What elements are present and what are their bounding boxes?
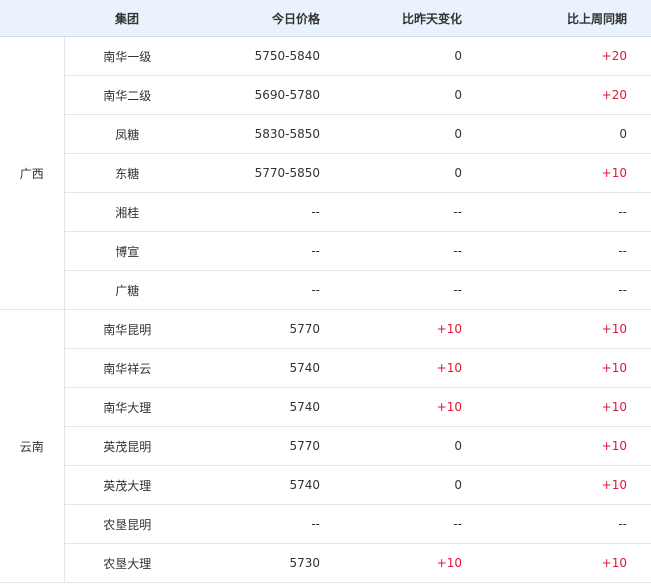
day-change-cell: 0 [330,36,472,76]
price-cell: 5740 [190,387,330,427]
table-row: 凤糖 5830-5850 0 0 [0,114,651,154]
day-change-cell: +10 [330,309,472,349]
group-cell: 南华祥云 [64,348,190,388]
region-cell: 云南 [0,309,65,583]
week-change-cell: +10 [472,153,651,193]
table-header: 集团 今日价格 比昨天变化 比上周同期 [0,0,651,37]
table-row: 英茂昆明 5770 0 +10 [0,426,651,466]
price-cell: 5830-5850 [190,114,330,154]
day-change-cell: -- [330,231,472,271]
day-change-cell: 0 [330,426,472,466]
week-change-cell: 0 [472,114,651,154]
table-row: 英茂大理 5740 0 +10 [0,465,651,505]
group-cell: 英茂昆明 [64,426,190,466]
price-cell: 5750-5840 [190,36,330,76]
day-change-cell: -- [330,504,472,544]
week-change-cell: +20 [472,75,651,115]
price-cell: 5730 [190,543,330,583]
week-change-cell: +10 [472,543,651,583]
group-cell: 南华昆明 [64,309,190,349]
week-change-cell: +20 [472,36,651,76]
table-row: 南华大理 5740 +10 +10 [0,387,651,427]
group-cell: 广糖 [64,270,190,310]
header-group: 集团 [64,0,190,37]
week-change-cell: -- [472,192,651,232]
group-cell: 南华大理 [64,387,190,427]
header-day-change: 比昨天变化 [330,0,472,37]
week-change-cell: +10 [472,465,651,505]
region-cell: 广西 [0,36,65,310]
table-row: 博宣 -- -- -- [0,231,651,271]
price-cell: 5770-5850 [190,153,330,193]
table-row: 广糖 -- -- -- [0,270,651,310]
group-cell: 东糖 [64,153,190,193]
group-cell: 农垦昆明 [64,504,190,544]
header-week-change: 比上周同期 [472,0,651,37]
table-row: 东糖 5770-5850 0 +10 [0,153,651,193]
day-change-cell: 0 [330,153,472,193]
group-cell: 南华二级 [64,75,190,115]
day-change-cell: +10 [330,543,472,583]
table-row: 农垦昆明 -- -- -- [0,504,651,544]
table-row: 广西 南华一级 5750-5840 0 +20 [0,36,651,310]
week-change-cell: -- [472,270,651,310]
table-row: 南华二级 5690-5780 0 +20 [0,75,651,115]
price-cell: -- [190,504,330,544]
price-cell: -- [190,231,330,271]
day-change-cell: 0 [330,465,472,505]
price-cell: 5770 [190,426,330,466]
week-change-cell: -- [472,504,651,544]
day-change-cell: -- [330,270,472,310]
group-cell: 博宣 [64,231,190,271]
header-row: 集团 今日价格 比昨天变化 比上周同期 [0,0,651,37]
week-change-cell: +10 [472,426,651,466]
header-region [0,0,64,37]
group-cell: 英茂大理 [64,465,190,505]
group-cell: 南华一级 [64,36,190,76]
table-row: 南华祥云 5740 +10 +10 [0,348,651,388]
price-cell: 5740 [190,465,330,505]
price-cell: -- [190,270,330,310]
price-cell: -- [190,192,330,232]
sugar-price-table: 集团 今日价格 比昨天变化 比上周同期 广西 南华一级 5750-5840 0 +20 南… [0,0,651,583]
price-cell: 5770 [190,309,330,349]
price-cell: 5740 [190,348,330,388]
table-row: 云南 南华昆明 5770 +10 +10 [0,309,651,583]
day-change-cell: 0 [330,75,472,115]
group-cell: 农垦大理 [64,543,190,583]
day-change-cell: +10 [330,348,472,388]
week-change-cell: -- [472,231,651,271]
day-change-cell: -- [330,192,472,232]
group-cell: 凤糖 [64,114,190,154]
week-change-cell: +10 [472,387,651,427]
week-change-cell: +10 [472,348,651,388]
day-change-cell: 0 [330,114,472,154]
week-change-cell: +10 [472,309,651,349]
header-price: 今日价格 [190,0,330,37]
table-row: 农垦大理 5730 +10 +10 [0,543,651,583]
table-row: 湘桂 -- -- -- [0,192,651,232]
day-change-cell: +10 [330,387,472,427]
table-body: 广西 南华一级 5750-5840 0 +20 南华二级 5690-5780 0 +20 凤糖 58… [0,36,651,583]
price-cell: 5690-5780 [190,75,330,115]
group-cell: 湘桂 [64,192,190,232]
